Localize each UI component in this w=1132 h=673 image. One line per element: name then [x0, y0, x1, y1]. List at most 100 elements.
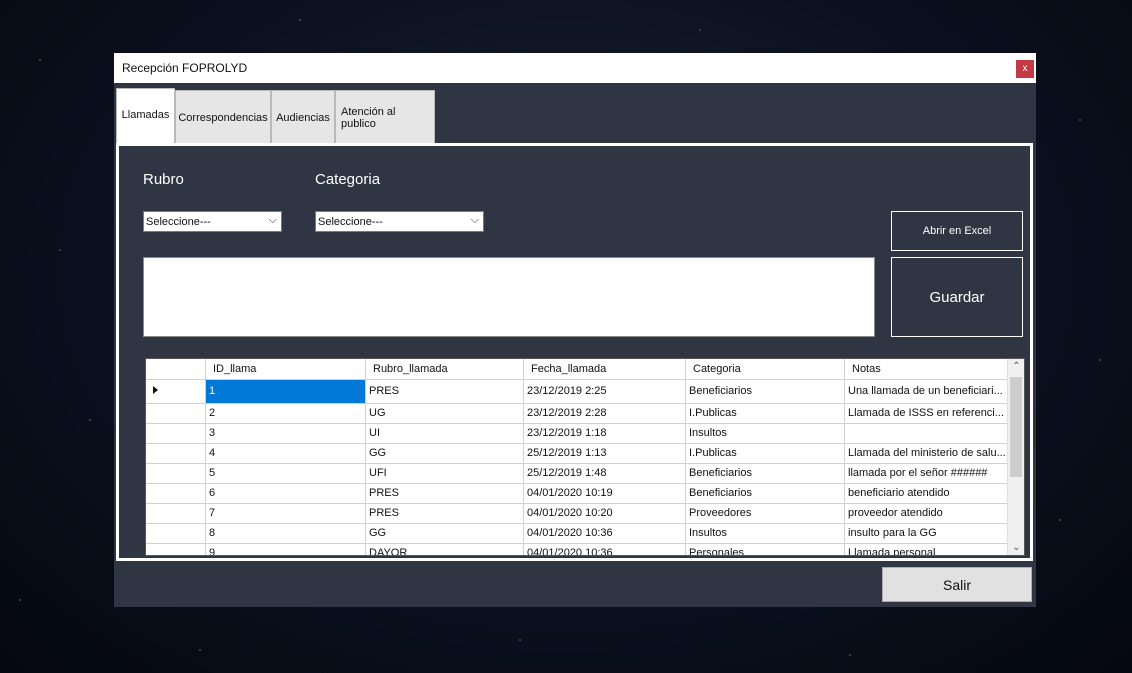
row-header[interactable] [146, 543, 206, 555]
chevron-down-icon: ⌵ [470, 214, 479, 226]
row-header[interactable] [146, 403, 206, 424]
tab-page-llamadas: Rubro Categoria Seleccione--- ⌵ Seleccio… [116, 143, 1033, 561]
data-table: ID_llama Rubro_llamada Fecha_llamada Cat… [146, 359, 1009, 555]
row-header[interactable] [146, 483, 206, 504]
table-cell[interactable]: PRES [365, 503, 524, 524]
close-button[interactable]: x [1016, 60, 1034, 78]
column-header[interactable]: Notas [844, 359, 1009, 380]
tab-atencion-publico[interactable]: Atención al publico [335, 90, 435, 144]
table-cell[interactable]: DAYOR [365, 543, 524, 555]
table-row[interactable]: 1 PRES 23/12/2019 2:25 Beneficiarios Una… [146, 379, 1009, 404]
table-cell[interactable]: insulto para la GG [844, 523, 1009, 544]
categoria-select-value: Seleccione--- [318, 215, 383, 228]
chevron-down-icon: ⌵ [268, 214, 277, 226]
table-cell[interactable]: 9 [205, 543, 366, 555]
notes-textarea[interactable] [143, 257, 875, 337]
column-header[interactable]: ID_llama [205, 359, 366, 380]
row-header[interactable] [146, 503, 206, 524]
table-cell[interactable]: 25/12/2019 1:48 [523, 463, 686, 484]
table-row[interactable]: 2 UG 23/12/2019 2:28 I.Publicas Llamada … [146, 403, 1009, 424]
tab-audiencias[interactable]: Audiencias [271, 90, 335, 144]
table-cell[interactable]: proveedor atendido [844, 503, 1009, 524]
table-cell[interactable]: Una llamada de un beneficiari... [844, 379, 1009, 404]
table-cell[interactable]: UFI [365, 463, 524, 484]
table-cell[interactable]: Insultos [685, 423, 845, 444]
table-cell[interactable]: 1 [205, 379, 366, 404]
table-cell[interactable]: PRES [365, 483, 524, 504]
rubro-label: Rubro [143, 171, 184, 188]
table-row[interactable]: 7 PRES 04/01/2020 10:20 Proveedores prov… [146, 503, 1009, 524]
table-cell[interactable]: I.Publicas [685, 443, 845, 464]
row-header-corner [146, 359, 206, 380]
table-cell[interactable]: UI [365, 423, 524, 444]
row-pointer-icon [153, 385, 158, 394]
rubro-select[interactable]: Seleccione--- ⌵ [143, 211, 282, 232]
table-cell[interactable]: Llamada de ISSS en referenci... [844, 403, 1009, 424]
table-cell[interactable]: 04/01/2020 10:20 [523, 503, 686, 524]
tab-llamadas[interactable]: Llamadas [116, 88, 175, 144]
table-cell[interactable]: 8 [205, 523, 366, 544]
table-cell[interactable]: 23/12/2019 2:28 [523, 403, 686, 424]
vertical-scrollbar[interactable]: ⌃ ⌄ [1007, 359, 1024, 555]
row-header[interactable] [146, 463, 206, 484]
scrollbar-thumb[interactable] [1010, 377, 1022, 477]
table-cell[interactable]: 04/01/2020 10:36 [523, 523, 686, 544]
column-header[interactable]: Categoria [685, 359, 845, 380]
table-cell[interactable]: 3 [205, 423, 366, 444]
table-cell[interactable]: 23/12/2019 2:25 [523, 379, 686, 404]
llamadas-grid[interactable]: ID_llama Rubro_llamada Fecha_llamada Cat… [145, 358, 1025, 556]
table-cell[interactable]: Beneficiarios [685, 379, 845, 404]
table-cell[interactable]: 2 [205, 403, 366, 424]
window-title: Recepción FOPROLYD [122, 61, 248, 75]
table-cell[interactable]: 25/12/2019 1:13 [523, 443, 686, 464]
table-cell[interactable]: Proveedores [685, 503, 845, 524]
table-row[interactable]: 4 GG 25/12/2019 1:13 I.Publicas Llamada … [146, 443, 1009, 464]
table-cell[interactable]: Personales [685, 543, 845, 555]
table-cell[interactable]: UG [365, 403, 524, 424]
column-header[interactable]: Rubro_llamada [365, 359, 524, 380]
current-row-indicator [146, 379, 206, 404]
column-header[interactable]: Fecha_llamada [523, 359, 686, 380]
table-cell[interactable]: GG [365, 443, 524, 464]
rubro-select-value: Seleccione--- [146, 215, 211, 228]
table-cell[interactable]: 5 [205, 463, 366, 484]
row-header[interactable] [146, 443, 206, 464]
tab-correspondencias[interactable]: Correspondencias [175, 90, 271, 144]
table-row[interactable]: 3 UI 23/12/2019 1:18 Insultos [146, 423, 1009, 444]
guardar-button[interactable]: Guardar [891, 257, 1023, 337]
table-row[interactable]: 6 PRES 04/01/2020 10:19 Beneficiarios be… [146, 483, 1009, 504]
row-header[interactable] [146, 423, 206, 444]
categoria-select[interactable]: Seleccione--- ⌵ [315, 211, 484, 232]
title-bar: Recepción FOPROLYD x [114, 53, 1036, 83]
table-row[interactable]: 5 UFI 25/12/2019 1:48 Beneficiarios llam… [146, 463, 1009, 484]
table-cell[interactable]: 04/01/2020 10:19 [523, 483, 686, 504]
row-header[interactable] [146, 523, 206, 544]
table-cell[interactable]: 23/12/2019 1:18 [523, 423, 686, 444]
table-cell[interactable] [844, 423, 1009, 444]
table-cell[interactable]: llamada por el señor ###### [844, 463, 1009, 484]
table-cell[interactable]: Llamada personal [844, 543, 1009, 555]
scroll-up-icon[interactable]: ⌃ [1008, 361, 1024, 372]
table-cell[interactable]: PRES [365, 379, 524, 404]
salir-button[interactable]: Salir [882, 567, 1032, 602]
main-window: Recepción FOPROLYD x Llamadas Correspond… [114, 53, 1036, 607]
table-cell[interactable]: 6 [205, 483, 366, 504]
table-row[interactable]: 9 DAYOR 04/01/2020 10:36 Personales Llam… [146, 543, 1009, 555]
table-cell[interactable]: I.Publicas [685, 403, 845, 424]
abrir-excel-button[interactable]: Abrir en Excel [891, 211, 1023, 251]
table-cell[interactable]: beneficiario atendido [844, 483, 1009, 504]
tab-page-content: Rubro Categoria Seleccione--- ⌵ Seleccio… [119, 146, 1030, 558]
table-cell[interactable]: Beneficiarios [685, 483, 845, 504]
table-cell[interactable]: 04/01/2020 10:36 [523, 543, 686, 555]
categoria-label: Categoria [315, 171, 381, 188]
table-cell[interactable]: 7 [205, 503, 366, 524]
table-row[interactable]: 8 GG 04/01/2020 10:36 Insultos insulto p… [146, 523, 1009, 544]
table-cell[interactable]: Llamada del ministerio de salu... [844, 443, 1009, 464]
table-cell[interactable]: GG [365, 523, 524, 544]
tab-strip: Llamadas Correspondencias Audiencias Ate… [116, 88, 435, 144]
table-header-row: ID_llama Rubro_llamada Fecha_llamada Cat… [146, 359, 1009, 380]
table-cell[interactable]: Beneficiarios [685, 463, 845, 484]
table-cell[interactable]: 4 [205, 443, 366, 464]
table-cell[interactable]: Insultos [685, 523, 845, 544]
scroll-down-icon[interactable]: ⌄ [1008, 542, 1024, 553]
